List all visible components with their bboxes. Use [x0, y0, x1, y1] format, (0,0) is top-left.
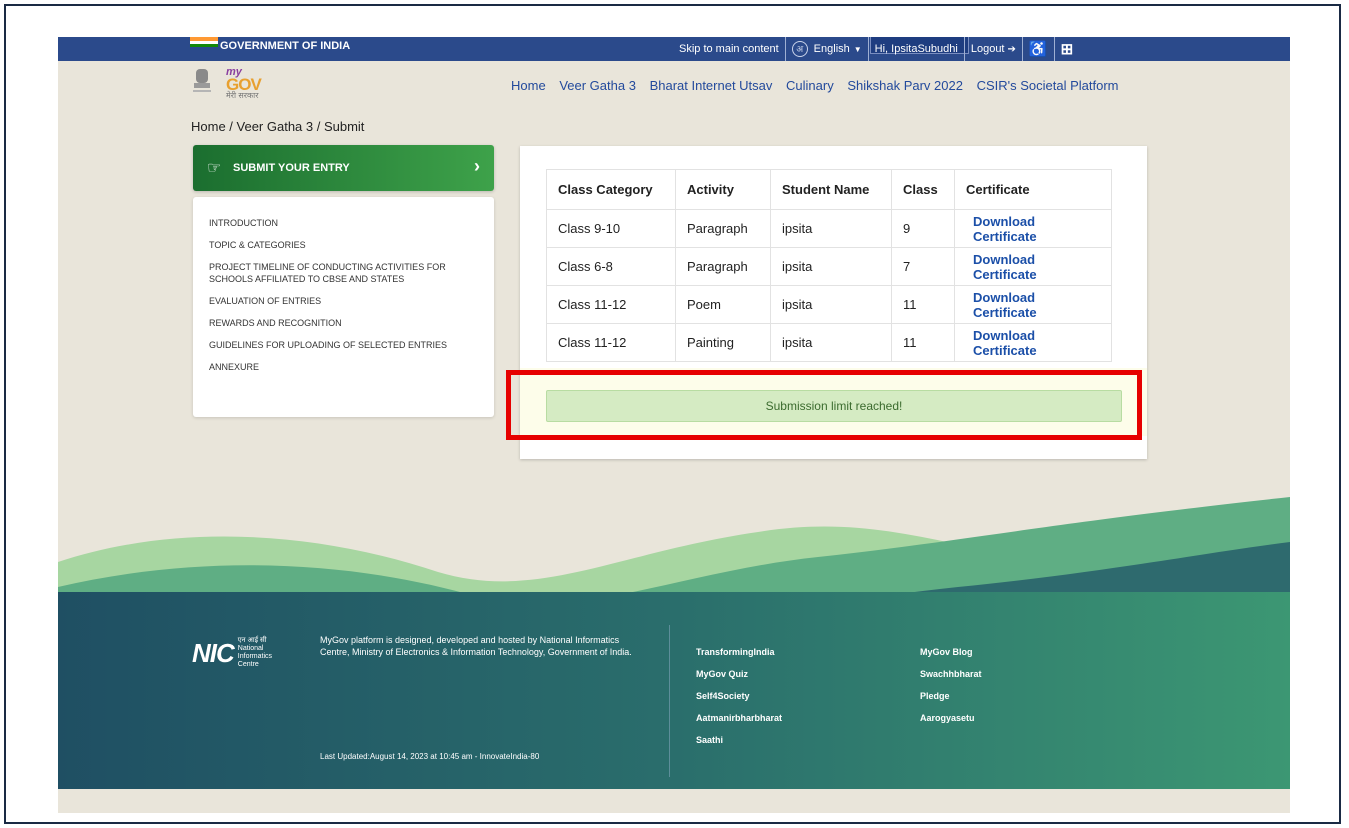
footer-link-mygov-blog[interactable]: MyGov Blog — [920, 647, 982, 669]
table-header-row: Class Category Activity Student Name Cla… — [546, 169, 1112, 210]
sign-language-icon[interactable]: ⊞ — [1053, 37, 1080, 61]
nav-home[interactable]: Home — [511, 78, 546, 93]
footer-link-saathi[interactable]: Saathi — [696, 735, 782, 757]
main-nav: my GOV मेरी सरकार Home Veer Gatha 3 Bhar… — [58, 61, 1290, 104]
national-emblem-icon — [193, 69, 211, 92]
table-row: Class 9-10 Paragraph ipsita 9 Download C… — [546, 209, 1112, 248]
cell-activity: Poem — [675, 285, 771, 324]
nic-letters: NIC — [192, 637, 235, 668]
footer-links-col2: MyGov Blog Swachhbharat Pledge Aarogyase… — [920, 647, 982, 735]
nav-bharat-internet-utsav[interactable]: Bharat Internet Utsav — [650, 78, 773, 93]
download-certificate-link[interactable]: Download Certificate — [954, 209, 1112, 248]
cell-class-category: Class 11-12 — [546, 285, 676, 324]
submit-entry-label: SUBMIT YOUR ENTRY — [233, 162, 350, 174]
gov-title: GOVERNMENT OF INDIA — [220, 40, 351, 52]
cell-activity: Painting — [675, 323, 771, 362]
footer-link-transformingindia[interactable]: TransformingIndia — [696, 647, 782, 669]
footer: NIC एन आई सी National Informatics Centre… — [58, 592, 1290, 789]
sidebar-item-annexure[interactable]: ANNEXURE — [209, 361, 478, 373]
download-certificate-link[interactable]: Download Certificate — [954, 285, 1112, 324]
nic-subtitle: एन आई सी National Informatics Centre — [238, 637, 278, 669]
nav-culinary[interactable]: Culinary — [786, 78, 834, 93]
footer-link-aarogyasetu[interactable]: Aarogyasetu — [920, 713, 982, 735]
page: GOVERNMENT OF INDIA Skip to main content… — [58, 37, 1290, 813]
download-certificate-link[interactable]: Download Certificate — [954, 323, 1112, 362]
nic-english: National Informatics Centre — [237, 645, 273, 668]
cell-student-name: ipsita — [770, 285, 892, 324]
footer-link-swachhbharat[interactable]: Swachhbharat — [920, 669, 982, 691]
language-label: English — [813, 43, 850, 55]
chevron-right-icon: › — [474, 156, 480, 176]
sidebar-menu: INTRODUCTION TOPIC & CATEGORIES PROJECT … — [193, 197, 494, 417]
nav-shikshak-parv[interactable]: Shikshak Parv 2022 — [847, 78, 963, 93]
footer-link-self4society[interactable]: Self4Society — [696, 691, 782, 713]
skip-link[interactable]: Skip to main content — [673, 37, 785, 61]
logout-label: Logout — [970, 43, 1005, 55]
footer-description: MyGov platform is designed, developed an… — [320, 635, 632, 657]
submit-entry-button[interactable]: ☞ SUBMIT YOUR ENTRY › — [193, 145, 494, 191]
sidebar-item-guidelines[interactable]: GUIDELINES FOR UPLOADING OF SELECTED ENT… — [209, 339, 478, 351]
header-certificate: Certificate — [954, 169, 1112, 210]
accessibility-icon[interactable]: ♿ — [1021, 37, 1054, 61]
cell-student-name: ipsita — [770, 209, 892, 248]
pointing-hand-icon: ☞ — [207, 160, 222, 177]
sidebar-item-evaluation[interactable]: EVALUATION OF ENTRIES — [209, 295, 478, 307]
table-row: Class 11-12 Painting ipsita 11 Download … — [546, 323, 1112, 362]
cell-student-name: ipsita — [770, 323, 892, 362]
nav-links: Home Veer Gatha 3 Bharat Internet Utsav … — [511, 78, 1129, 93]
logo-gov: GOV — [226, 75, 262, 94]
footer-divider — [669, 625, 670, 777]
header-student-name: Student Name — [770, 169, 892, 210]
caret-down-icon: ▼ — [853, 44, 862, 54]
mygov-logo[interactable]: my GOV मेरी सरकार — [226, 67, 262, 100]
table-row: Class 11-12 Poem ipsita 11 Download Cert… — [546, 285, 1112, 324]
footer-link-mygov-quiz[interactable]: MyGov Quiz — [696, 669, 782, 691]
header-activity: Activity — [675, 169, 771, 210]
table-row: Class 6-8 Paragraph ipsita 7 Download Ce… — [546, 247, 1112, 286]
india-flag-icon — [190, 37, 218, 47]
language-select[interactable]: अ English ▼ — [784, 37, 868, 61]
bottom-strip — [58, 789, 1290, 813]
cell-class-category: Class 11-12 — [546, 323, 676, 362]
sidebar-item-timeline[interactable]: PROJECT TIMELINE OF CONDUCTING ACTIVITIE… — [209, 261, 478, 285]
cell-activity: Paragraph — [675, 247, 771, 286]
footer-links-col1: TransformingIndia MyGov Quiz Self4Societ… — [696, 647, 782, 757]
nav-veer-gatha[interactable]: Veer Gatha 3 — [559, 78, 636, 93]
cell-class: 11 — [891, 285, 955, 324]
sidebar-item-introduction[interactable]: INTRODUCTION — [209, 217, 478, 229]
nic-hindi: एन आई सी — [237, 637, 267, 644]
footer-link-aatmanirbharbharat[interactable]: Aatmanirbharbharat — [696, 713, 782, 735]
cell-activity: Paragraph — [675, 209, 771, 248]
user-greeting[interactable]: Hi, IpsitaSubudhi — [867, 37, 964, 61]
header-class-category: Class Category — [546, 169, 676, 210]
cell-class: 11 — [891, 323, 955, 362]
header-class: Class — [891, 169, 955, 210]
download-certificate-link[interactable]: Download Certificate — [954, 247, 1112, 286]
cell-class: 9 — [891, 209, 955, 248]
cell-class-category: Class 9-10 — [546, 209, 676, 248]
last-updated: Last Updated:August 14, 2023 at 10:45 am… — [320, 752, 540, 761]
gov-bar: GOVERNMENT OF INDIA Skip to main content… — [58, 37, 1290, 61]
logout-icon: ➔ — [1007, 43, 1016, 55]
footer-link-pledge[interactable]: Pledge — [920, 691, 982, 713]
language-icon: अ — [791, 41, 808, 57]
cell-student-name: ipsita — [770, 247, 892, 286]
nic-logo[interactable]: NIC एन आई सी National Informatics Centre — [192, 637, 278, 669]
logout-button[interactable]: Logout ➔ — [963, 37, 1022, 61]
cell-class-category: Class 6-8 — [546, 247, 676, 286]
sidebar-item-rewards[interactable]: REWARDS AND RECOGNITION — [209, 317, 478, 329]
nav-csir[interactable]: CSIR's Societal Platform — [977, 78, 1119, 93]
logo-sub: मेरी सरकार — [226, 91, 259, 100]
cell-class: 7 — [891, 247, 955, 286]
gov-links: Skip to main content अ English ▼ Hi, Ips… — [673, 37, 1079, 61]
sidebar-item-topic[interactable]: TOPIC & CATEGORIES — [209, 239, 478, 251]
breadcrumb: Home / Veer Gatha 3 / Submit — [191, 119, 365, 134]
red-highlight-box — [506, 370, 1142, 440]
entries-table: Class Category Activity Student Name Cla… — [546, 169, 1112, 362]
screenshot-frame: GOVERNMENT OF INDIA Skip to main content… — [4, 4, 1341, 824]
